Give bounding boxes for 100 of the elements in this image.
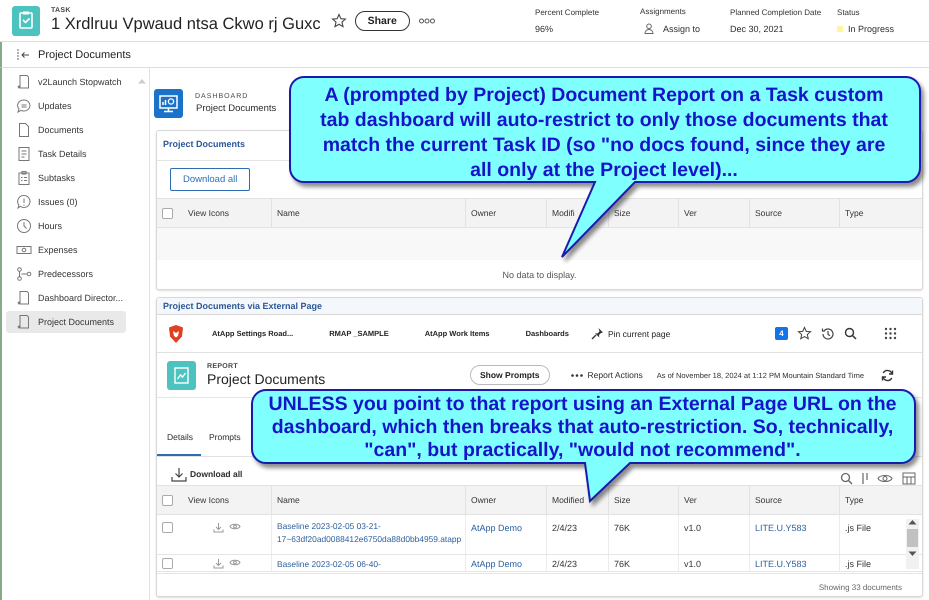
column-header[interactable]: Owner — [471, 495, 496, 505]
column-header[interactable]: Type — [845, 208, 864, 218]
share-button[interactable]: Share — [354, 10, 410, 30]
scroll-up-icon[interactable] — [908, 519, 917, 525]
empty-message: No data to display. — [502, 270, 576, 280]
checkbox[interactable] — [162, 522, 173, 533]
alert-icon — [16, 194, 32, 210]
checkbox[interactable] — [162, 558, 173, 569]
dashboard-icon — [16, 74, 32, 90]
table-cell: 76K — [614, 522, 630, 535]
details-icon — [16, 146, 32, 162]
more-icon[interactable] — [418, 18, 435, 24]
more-icon — [570, 374, 583, 376]
apps-grid-icon[interactable] — [884, 327, 897, 340]
owner-link[interactable]: AtApp Demo — [471, 558, 522, 571]
sidebar-item[interactable]: Dashboard Director... — [6, 287, 126, 309]
pin-icon — [590, 327, 604, 340]
column-header[interactable]: Size — [614, 495, 631, 505]
notification-badge[interactable]: 4 — [775, 327, 788, 340]
column-header[interactable]: Size — [614, 208, 631, 218]
field-value[interactable]: Assign to — [663, 24, 700, 34]
field-value: 96% — [535, 24, 554, 34]
owner-link[interactable]: AtApp Demo — [471, 522, 522, 535]
task-title: 1 Xrdlruu Vpwaud ntsa Ckwo rj Guxc — [51, 15, 321, 34]
checkbox[interactable] — [162, 208, 173, 218]
column-header[interactable]: Name — [277, 495, 300, 505]
tab[interactable]: Prompts — [200, 432, 249, 456]
sidebar-item[interactable]: Task Details — [6, 143, 126, 165]
column-header[interactable]: Modifi — [552, 208, 575, 218]
pin-current-page-button[interactable]: Pin current page — [590, 327, 670, 340]
sidebar-item[interactable]: Documents — [6, 119, 126, 141]
download-icon — [171, 466, 187, 482]
task-clipboard-icon — [12, 6, 40, 36]
table-cell: v1.0 — [684, 522, 702, 535]
sidebar-item[interactable]: Project Documents — [6, 311, 126, 333]
source-link[interactable]: LITE.U.Y583 — [755, 558, 807, 571]
star-icon[interactable] — [797, 326, 812, 341]
field-label: Planned Completion Date — [730, 8, 822, 16]
sidebar-item[interactable]: v2Launch Stopwatch — [6, 71, 126, 93]
report-title: Project Documents — [207, 371, 326, 387]
eye-icon[interactable] — [229, 522, 241, 531]
sidebar-item[interactable]: Hours — [6, 215, 126, 237]
field-label: Status — [837, 8, 861, 16]
dashboard-icon — [16, 290, 32, 306]
chat-icon — [16, 98, 32, 114]
dashboard-title: Project Documents — [196, 102, 276, 114]
column-header[interactable]: Source — [755, 208, 782, 218]
field-value: In Progress — [848, 24, 894, 34]
search-icon[interactable] — [844, 327, 857, 340]
dashboard-icon — [16, 314, 32, 330]
person-icon — [644, 23, 654, 34]
show-prompts-button[interactable]: Show Prompts — [470, 365, 550, 385]
column-header[interactable]: Owner — [471, 208, 496, 218]
download-all-button[interactable]: Download all — [171, 460, 242, 482]
download-icon[interactable] — [213, 522, 224, 533]
sidebar-item[interactable]: Predecessors — [6, 263, 126, 285]
field-value: Dec 30, 2021 — [730, 24, 784, 34]
table-cell: .js File — [845, 522, 872, 535]
page-icon — [16, 122, 32, 138]
star-icon[interactable] — [330, 12, 347, 28]
refresh-icon[interactable] — [881, 368, 894, 382]
table-cell: v1.0 — [684, 558, 702, 571]
column-header[interactable]: View Icons — [188, 495, 229, 505]
record-count: Showing 33 documents — [818, 582, 902, 592]
report-actions-button[interactable]: Report Actions — [570, 370, 643, 380]
eye-icon[interactable] — [229, 558, 241, 567]
column-header[interactable]: Name — [277, 208, 300, 218]
sidebar-item[interactable]: Issues (0) — [6, 191, 126, 213]
table-cell: .js File — [845, 558, 872, 571]
panel-title: Project Documents — [163, 139, 246, 149]
field-label: Percent Complete — [535, 8, 600, 16]
scroll-down-icon[interactable] — [908, 551, 917, 557]
shield-logo-icon[interactable] — [167, 324, 185, 344]
source-link[interactable]: LITE.U.Y583 — [755, 522, 807, 535]
flow-icon — [16, 266, 32, 282]
report-chart-icon — [167, 360, 196, 390]
scrollbar[interactable] — [906, 519, 919, 569]
search-icon[interactable] — [840, 472, 853, 484]
columns-icon[interactable] — [902, 472, 916, 484]
document-link[interactable]: Baseline 2023-02-05 03-21-17~63df20ad0088412e6750da88d0bb4959.atapp — [277, 520, 465, 546]
column-header[interactable]: Type — [845, 495, 864, 505]
column-header[interactable]: View Icons — [188, 208, 229, 218]
download-all-button[interactable]: Download all — [170, 168, 250, 191]
sidebar-item[interactable]: Expenses — [6, 239, 126, 261]
column-header[interactable]: Ver — [684, 208, 697, 218]
column-header[interactable]: Ver — [684, 495, 697, 505]
sidebar-item[interactable]: Updates — [6, 95, 126, 117]
column-header[interactable]: Modified — [552, 495, 584, 505]
history-icon[interactable] — [821, 326, 835, 340]
clipboard-icon — [16, 170, 32, 186]
document-link[interactable]: Baseline 2023-02-05 06-40- — [277, 558, 381, 571]
table-cell: 2/4/23 — [552, 522, 578, 535]
download-icon[interactable] — [213, 558, 224, 569]
tab[interactable]: Details — [157, 432, 201, 456]
sidebar-item[interactable]: Subtasks — [6, 167, 126, 189]
checkbox[interactable] — [162, 494, 173, 506]
field-label: Assignments — [640, 7, 687, 16]
column-header[interactable]: Source — [755, 495, 782, 505]
collapse-menu-icon[interactable] — [16, 48, 30, 60]
panel-title: Project Documents via External Page — [163, 301, 322, 311]
